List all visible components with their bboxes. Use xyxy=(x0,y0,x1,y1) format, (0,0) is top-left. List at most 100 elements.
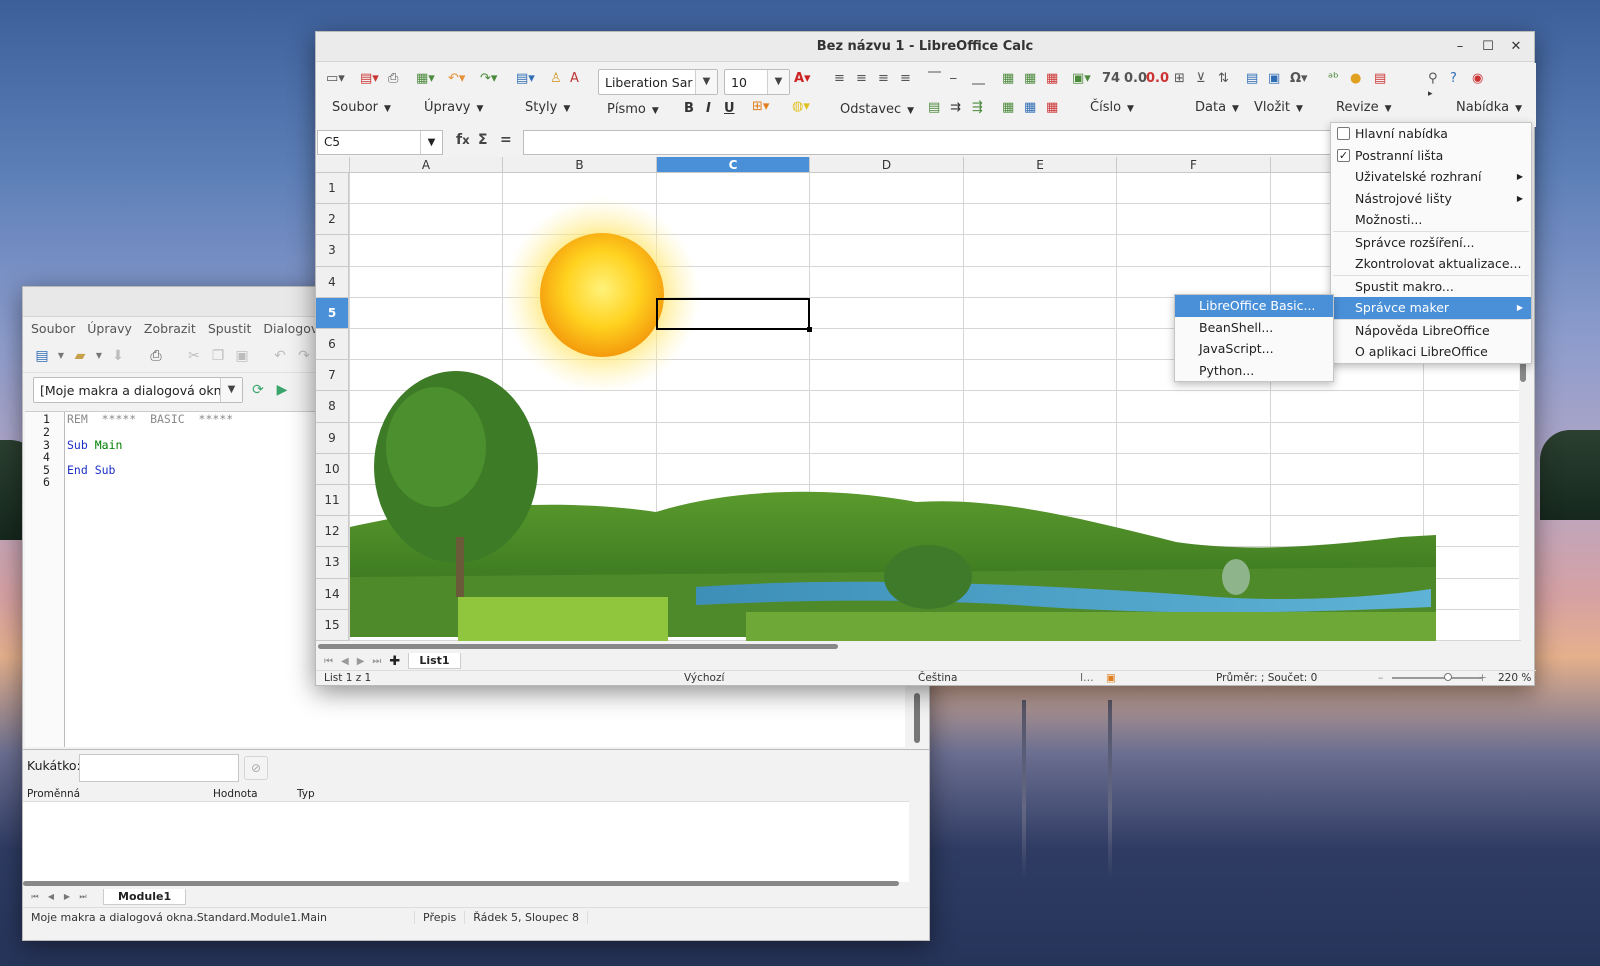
zoom-in-icon[interactable]: + xyxy=(1478,672,1487,684)
prev-sheet-icon[interactable]: ◀ xyxy=(341,656,349,667)
chevron-down-icon[interactable]: ▼ xyxy=(420,131,442,154)
digital-signature-icon[interactable]: ▣ xyxy=(1106,672,1116,684)
protect-icon[interactable]: ▤ xyxy=(1374,71,1386,86)
maximize-button[interactable]: ☐ xyxy=(1474,32,1502,62)
autofilter-icon[interactable]: ⊞ xyxy=(1174,71,1185,86)
clear-format-icon[interactable]: A xyxy=(570,71,579,86)
filter-icon[interactable]: ⊻ xyxy=(1196,71,1206,86)
redo-icon[interactable]: ↷ xyxy=(295,347,313,365)
insert-chart-icon[interactable]: ▤ xyxy=(1246,71,1258,86)
print-icon[interactable]: ⎙ xyxy=(147,347,165,365)
submenu-libreoffice-basic[interactable]: LibreOffice Basic... xyxy=(1175,295,1333,317)
ide-menu-upravy[interactable]: Úpravy xyxy=(83,321,136,336)
group-pismo[interactable]: Písmo ▼ xyxy=(607,102,659,117)
font-name-select[interactable]: Liberation Sar ▼ xyxy=(598,69,718,95)
align-right-icon[interactable]: ≡ xyxy=(878,71,889,86)
underline-button[interactable]: U xyxy=(724,101,735,116)
find-icon[interactable]: ⚲ xyxy=(1428,71,1438,86)
italic-button[interactable]: I xyxy=(706,101,711,116)
minimize-button[interactable]: – xyxy=(1446,32,1474,62)
menu-postranni-lista[interactable]: ✓ Postranní lišta xyxy=(1331,145,1531,167)
zoom-out-icon[interactable]: – xyxy=(1378,672,1383,684)
menu-moznosti[interactable]: Možnosti... xyxy=(1331,209,1531,231)
spellcheck-icon[interactable]: ᵃᵇ xyxy=(1328,71,1339,86)
selected-cell-c5[interactable] xyxy=(656,298,812,332)
first-tab-icon[interactable]: ⏮ xyxy=(31,888,39,906)
last-sheet-icon[interactable]: ⏭ xyxy=(372,656,381,667)
zoom-slider[interactable] xyxy=(1392,677,1482,679)
insert-columns-icon[interactable]: ▦ xyxy=(1024,71,1036,86)
wrap-icon[interactable]: ▤ xyxy=(928,100,940,115)
formula-icon[interactable]: = xyxy=(500,132,512,148)
group-styly[interactable]: Styly ▼ xyxy=(525,100,570,115)
undo-icon[interactable]: ↶▾ xyxy=(448,71,465,86)
copy-icon[interactable]: ❐ xyxy=(209,347,227,365)
style-icon[interactable]: ▤▾ xyxy=(516,71,535,86)
align-center-icon[interactable]: ≡ xyxy=(856,71,867,86)
print-icon[interactable]: ⎙ xyxy=(388,71,398,86)
bold-button[interactable]: B xyxy=(684,101,694,116)
menu-nastrojove-listy[interactable]: Nástrojové lišty ▶ xyxy=(1331,188,1531,210)
library-select[interactable]: [Moje makra a dialogová okna ▼ xyxy=(33,377,243,403)
submenu-javascript[interactable]: JavaScript... xyxy=(1175,338,1333,360)
cut-icon[interactable]: ✂ xyxy=(185,347,203,365)
menu-spustit-makro[interactable]: Spustit makro... xyxy=(1331,276,1531,298)
delete-cells-icon[interactable]: ▦ xyxy=(1046,100,1058,115)
watch-list[interactable] xyxy=(23,802,909,882)
help-icon[interactable]: ? xyxy=(1450,71,1457,86)
group-revize[interactable]: Revize ▼ xyxy=(1336,100,1392,115)
chevron-down-icon[interactable]: ▼ xyxy=(95,347,103,365)
function-wizard-icon[interactable]: fx xyxy=(456,132,470,148)
group-upravy[interactable]: Úpravy ▼ xyxy=(424,100,483,115)
comment-icon[interactable]: ● xyxy=(1350,71,1361,86)
formula-input[interactable] xyxy=(523,130,1333,155)
run-icon[interactable]: ▶ xyxy=(273,381,291,399)
export-pdf-icon[interactable]: ▤▾ xyxy=(360,71,379,86)
watch-input[interactable] xyxy=(79,754,239,782)
ide-hscrollbar[interactable] xyxy=(23,881,899,886)
align-bottom-icon[interactable]: ⎽ xyxy=(972,71,985,86)
insert-rows-icon[interactable]: ▦ xyxy=(1002,71,1014,86)
menu-spravce-rozsireni[interactable]: Správce rozšíření... xyxy=(1331,232,1531,254)
prev-tab-icon[interactable]: ◀ xyxy=(47,888,55,906)
group-vlozit[interactable]: Vložit ▼ xyxy=(1254,100,1303,115)
tab-module1[interactable]: Module1 xyxy=(103,889,187,905)
first-sheet-icon[interactable]: ⏮ xyxy=(324,656,333,667)
conditional-icon[interactable]: ▣▾ xyxy=(1072,71,1091,86)
fill-format-icon[interactable]: ♙ xyxy=(550,71,562,86)
menu-o-aplikaci[interactable]: O aplikaci LibreOffice xyxy=(1331,341,1531,363)
new-document-icon[interactable]: ▤ xyxy=(33,347,51,365)
menu-hlavni-nabidka[interactable]: Hlavní nabídka xyxy=(1331,123,1531,145)
chevron-right-icon[interactable]: ▸ xyxy=(1428,89,1433,99)
sum-icon[interactable]: Σ xyxy=(478,132,488,148)
font-size-select[interactable]: 10 ▼ xyxy=(724,69,790,95)
paste-icon[interactable]: ▣ xyxy=(233,347,251,365)
close-button[interactable]: ✕ xyxy=(1502,32,1530,62)
record-icon[interactable]: ◉ xyxy=(1472,71,1483,86)
special-character-icon[interactable]: Ω▾ xyxy=(1290,71,1308,86)
delete-rows-icon[interactable]: ▦ xyxy=(1046,71,1058,86)
delete-decimal-icon[interactable]: 0.0 xyxy=(1146,71,1169,86)
insert-cells-icon[interactable]: ▦ xyxy=(1002,100,1014,115)
horizontal-scrollbar[interactable] xyxy=(318,644,1518,650)
open-folder-icon[interactable]: ▭▾ xyxy=(326,71,345,86)
group-odstavec[interactable]: Odstavec ▼ xyxy=(840,102,914,117)
submenu-python[interactable]: Python... xyxy=(1175,360,1333,382)
menu-uzivatelske-rozhrani[interactable]: Uživatelské rozhraní ▶ xyxy=(1331,166,1531,188)
cell-format-icon[interactable]: ▦ xyxy=(1024,100,1036,115)
ide-menu-zobrazit[interactable]: Zobrazit xyxy=(140,321,200,336)
chevron-down-icon[interactable]: ▼ xyxy=(767,70,789,94)
group-data[interactable]: Data ▼ xyxy=(1195,100,1239,115)
align-left-icon[interactable]: ≡ xyxy=(834,71,845,86)
menu-napoveda[interactable]: Nápověda LibreOffice xyxy=(1331,320,1531,342)
watch-remove-button[interactable]: ⊘ xyxy=(244,756,268,780)
menu-spravce-maker[interactable]: Správce maker ▶ xyxy=(1331,297,1531,319)
redo-icon[interactable]: ↷▾ xyxy=(480,71,497,86)
selection-mode-icon[interactable]: I… xyxy=(1080,672,1094,684)
submenu-beanshell[interactable]: BeanShell... xyxy=(1175,317,1333,339)
compile-icon[interactable]: ⟳ xyxy=(249,381,267,399)
number-format-icon[interactable]: 74 xyxy=(1102,71,1120,86)
group-nabidka[interactable]: Nabídka ▼ xyxy=(1456,100,1522,115)
ide-menu-soubor[interactable]: Soubor xyxy=(27,321,79,336)
add-sheet-icon[interactable]: ✚ xyxy=(389,654,400,669)
